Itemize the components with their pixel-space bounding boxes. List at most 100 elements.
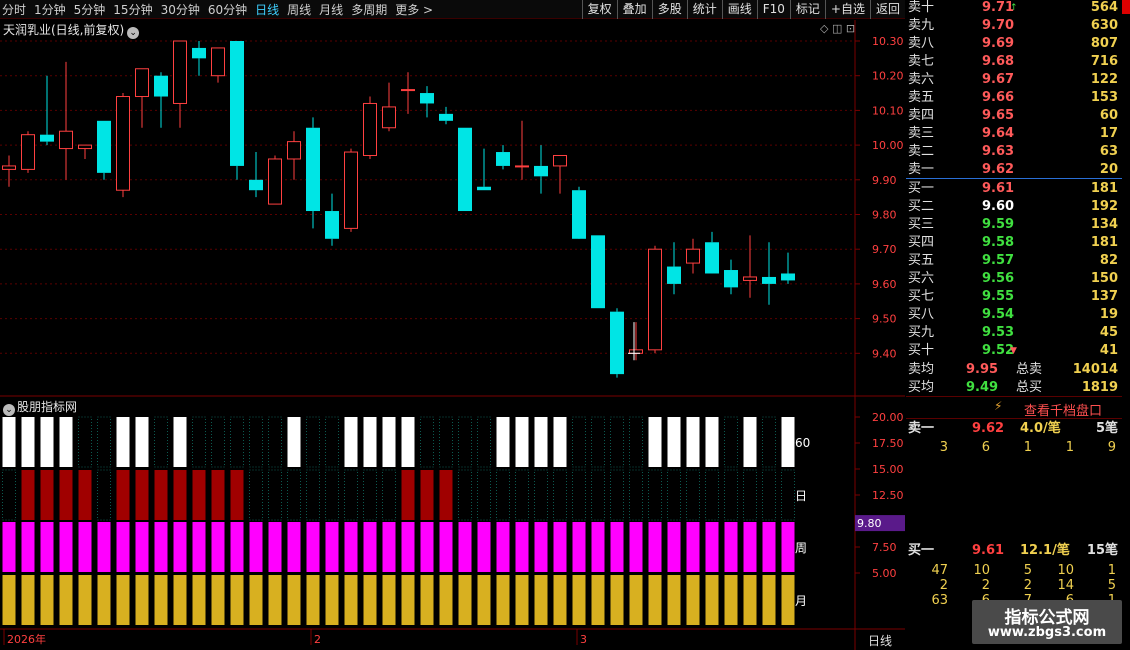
order-book-row[interactable]: 卖八 9.69 807 bbox=[906, 35, 1122, 53]
indicator-block bbox=[173, 522, 187, 572]
candle-body bbox=[40, 134, 54, 142]
indicator-chart[interactable]: 20.0017.5015.0012.5010.007.505.009.8060日… bbox=[0, 395, 905, 650]
toolbar-button[interactable]: 统计 bbox=[686, 0, 722, 19]
x-date-label: 2026年 bbox=[7, 632, 46, 646]
period-tabs: 分时 1分钟 5分钟 15分钟 30分钟 60分钟 日线 周线 月线 多周期 更多 > bbox=[2, 0, 441, 19]
toolbar-button[interactable]: 复权 bbox=[581, 0, 617, 19]
toolbar-button[interactable]: F10 bbox=[756, 0, 790, 19]
indicator-block bbox=[591, 575, 605, 625]
order-book-row[interactable]: 卖二 9.63 63 bbox=[906, 143, 1122, 161]
queue-header[interactable]: 买一 9.61 12.1/笔 15笔 bbox=[906, 542, 1122, 560]
candle-body bbox=[572, 190, 586, 239]
order-book-row[interactable]: 卖六 9.67 122 bbox=[906, 71, 1122, 89]
order-book-row[interactable]: 卖九 9.70 630 bbox=[906, 17, 1122, 35]
tab-period[interactable]: 多周期 bbox=[351, 1, 387, 18]
order-book-row[interactable]: 买五 9.57 82 bbox=[906, 252, 1122, 270]
order-book-row[interactable]: 买四 9.58 181 bbox=[906, 234, 1122, 252]
order-book-row[interactable]: 买二 9.60 192 bbox=[906, 198, 1122, 216]
order-book-row[interactable]: 买七 9.55 137 bbox=[906, 288, 1122, 306]
chevron-down-icon[interactable]: ⌄ bbox=[127, 27, 140, 39]
candle[interactable] bbox=[344, 148, 358, 232]
order-book-row[interactable]: 买十 9.52 41 ▼ bbox=[906, 342, 1122, 360]
candle[interactable] bbox=[230, 41, 244, 180]
watermark-url: www.zbgs3.com bbox=[987, 625, 1107, 640]
order-book-row[interactable]: 买九 9.53 45 bbox=[906, 324, 1122, 342]
summary-value: 9.95 bbox=[966, 362, 999, 377]
queue-order-size: 6 bbox=[981, 440, 990, 455]
level-price: 9.60 bbox=[982, 199, 1015, 214]
indicator-block bbox=[21, 575, 35, 625]
y-tick-label: 9.80 bbox=[872, 209, 897, 222]
order-book-row[interactable]: 卖四 9.65 60 bbox=[906, 107, 1122, 125]
tab-period[interactable]: 分时 bbox=[2, 1, 26, 18]
order-book-row[interactable]: 卖三 9.64 17 bbox=[906, 125, 1122, 143]
period-label: 日线 bbox=[868, 634, 893, 648]
candle[interactable] bbox=[458, 127, 472, 212]
level-label: 卖九 bbox=[908, 18, 935, 33]
indicator-block bbox=[135, 522, 149, 572]
toolbar-button[interactable]: +自选 bbox=[824, 0, 870, 19]
toolbar-button[interactable]: 叠加 bbox=[616, 0, 652, 19]
queue-count: 5笔 bbox=[1095, 421, 1118, 436]
toolbar-button[interactable]: 画线 bbox=[721, 0, 757, 19]
chevron-down-icon[interactable]: ⌄ bbox=[3, 404, 15, 416]
tab-period[interactable]: 周线 bbox=[287, 1, 311, 18]
order-book-row[interactable]: 买一 9.61 181 bbox=[906, 180, 1122, 198]
tab-period[interactable]: 1分钟 bbox=[34, 1, 66, 18]
candle[interactable] bbox=[591, 235, 605, 309]
level-label: 卖四 bbox=[908, 108, 935, 123]
tab-period[interactable]: 日线 bbox=[255, 1, 279, 18]
indicator-block bbox=[78, 470, 92, 520]
order-book-row[interactable]: 买六 9.56 150 bbox=[906, 270, 1122, 288]
candle[interactable] bbox=[21, 131, 35, 173]
indicator-block bbox=[724, 522, 738, 572]
indicator-block bbox=[21, 470, 35, 520]
candle[interactable] bbox=[572, 186, 586, 239]
indicator-block bbox=[401, 470, 415, 520]
y-tick-label: 9.50 bbox=[872, 313, 897, 326]
indicator-block bbox=[686, 522, 700, 572]
candle-body bbox=[306, 127, 320, 212]
toolbar-button[interactable]: 返回 bbox=[869, 0, 905, 19]
indicator-block bbox=[173, 575, 187, 625]
candle[interactable] bbox=[116, 93, 130, 198]
order-book-row[interactable]: 买三 9.59 134 bbox=[906, 216, 1122, 234]
level-label: 买九 bbox=[908, 325, 935, 340]
order-book-row[interactable]: 买八 9.54 19 bbox=[906, 306, 1122, 324]
candle[interactable] bbox=[97, 120, 111, 180]
order-book-row[interactable]: 卖一 9.62 20 bbox=[906, 161, 1122, 179]
candle[interactable] bbox=[268, 155, 282, 205]
tab-period[interactable]: 月线 bbox=[319, 1, 343, 18]
indicator-block bbox=[2, 575, 16, 625]
indicator-block bbox=[382, 575, 396, 625]
toolbar-button[interactable]: 标记 bbox=[789, 0, 825, 19]
candle[interactable] bbox=[648, 245, 662, 354]
tab-period[interactable]: 60分钟 bbox=[208, 1, 247, 18]
depth-button[interactable]: 查看千档盘口 bbox=[1024, 400, 1102, 419]
candle-body bbox=[154, 75, 168, 97]
order-book-row[interactable]: 卖七 9.68 716 bbox=[906, 53, 1122, 71]
tab-period[interactable]: 15分钟 bbox=[113, 1, 152, 18]
indicator-block bbox=[192, 522, 206, 572]
candle[interactable] bbox=[363, 96, 377, 159]
row-label: 日 bbox=[795, 489, 807, 503]
order-book-row[interactable]: 卖五 9.66 153 bbox=[906, 89, 1122, 107]
summary-label: 总买 bbox=[1016, 380, 1043, 395]
indicator-block bbox=[363, 522, 377, 572]
level-price: 9.70 bbox=[982, 18, 1015, 33]
queue-header[interactable]: 卖一 9.62 4.0/笔 5笔 bbox=[906, 420, 1122, 438]
toolbar-button[interactable]: 多股 bbox=[651, 0, 687, 19]
chart-tools[interactable]: ◇ ◫ ⊡ bbox=[820, 22, 855, 35]
tab-period[interactable]: 更多 > bbox=[395, 1, 433, 18]
level-volume: 564 bbox=[1090, 0, 1118, 15]
queue-count: 15笔 bbox=[1086, 543, 1118, 558]
order-book-row[interactable]: 卖十 9.71 564 ↑ bbox=[906, 0, 1122, 17]
indicator-block bbox=[420, 470, 434, 520]
candlestick-chart[interactable]: 10.30 10.20 10.10 10.00 9.90 9.80 9.70 9.60 9.50… bbox=[0, 20, 905, 395]
indicator-block bbox=[496, 522, 510, 572]
candle[interactable] bbox=[610, 308, 624, 378]
queue-avg: 4.0/笔 bbox=[1020, 421, 1061, 436]
tab-period[interactable]: 5分钟 bbox=[74, 1, 106, 18]
row-label: 周 bbox=[795, 541, 807, 555]
tab-period[interactable]: 30分钟 bbox=[161, 1, 200, 18]
